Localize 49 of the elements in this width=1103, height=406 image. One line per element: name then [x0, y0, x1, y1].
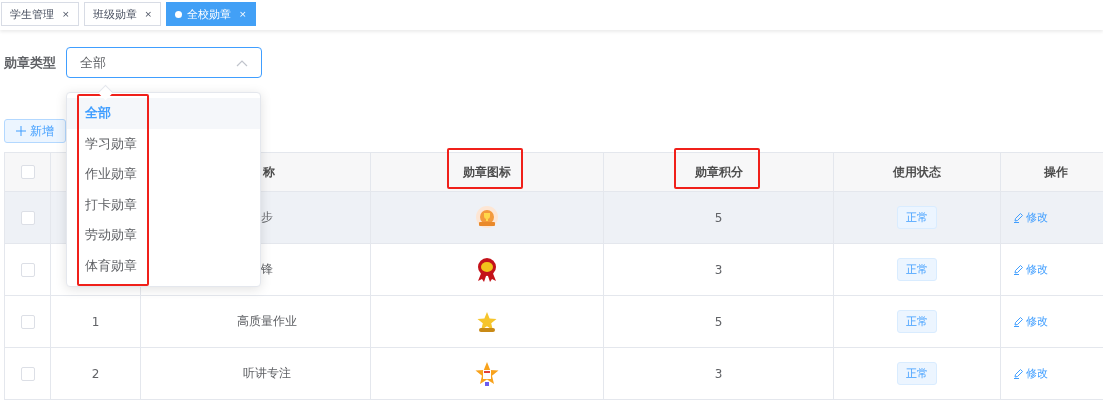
- plus-icon: [16, 126, 26, 136]
- column-header: 勋章积分: [694, 164, 743, 179]
- star-icon: [474, 360, 500, 387]
- tab-label: 班级勋章: [92, 6, 137, 22]
- table-cell-text: 锋: [259, 261, 273, 278]
- tab-label: 全校勋章: [187, 6, 232, 22]
- status-tag: 正常: [897, 258, 937, 281]
- dropdown-option[interactable]: 体育勋章: [67, 250, 260, 281]
- star-trophy-icon: [476, 310, 498, 333]
- dropdown-option[interactable]: 打卡勋章: [67, 189, 260, 220]
- chevron-icon: [236, 58, 248, 67]
- table-cell-text: 步: [259, 209, 273, 226]
- table-cell-text: 听讲专注: [241, 365, 291, 382]
- edit-icon: [1013, 315, 1024, 327]
- tab-label: 学生管理: [10, 6, 54, 22]
- table-cell-text: 高质量作业: [235, 313, 297, 330]
- dropdown-option[interactable]: 劳动勋章: [67, 220, 260, 251]
- edit-icon: [1013, 211, 1024, 223]
- edit-icon: [1013, 367, 1024, 379]
- status-tag: 正常: [897, 206, 937, 229]
- checkbox[interactable]: [20, 314, 35, 329]
- tab[interactable]: 班级勋章 ×: [83, 2, 162, 26]
- table-cell: 1: [91, 314, 100, 329]
- table-cell: 3: [714, 262, 723, 277]
- table-cell: 3: [714, 366, 723, 381]
- status-tag: 正常: [897, 362, 937, 385]
- edit-icon: [1013, 263, 1024, 275]
- dropdown-option[interactable]: 作业勋章: [67, 159, 260, 190]
- column-header: 勋章图标: [463, 164, 511, 179]
- column-header: 称: [261, 163, 275, 181]
- medal-icon: [474, 204, 500, 231]
- tab[interactable]: 学生管理 ×: [1, 2, 79, 26]
- table-cell: 2: [91, 366, 100, 381]
- dropdown-option[interactable]: 学习勋章: [67, 128, 260, 159]
- checkbox[interactable]: [20, 366, 35, 381]
- rosette-icon: [476, 256, 498, 283]
- close-icon[interactable]: ×: [62, 9, 70, 19]
- column-header: 操作: [1043, 164, 1068, 179]
- active-dot-icon: [175, 10, 183, 18]
- close-icon[interactable]: ×: [144, 9, 153, 19]
- table-cell: 5: [714, 314, 723, 329]
- checkbox[interactable]: [20, 165, 35, 180]
- table-cell: 5: [714, 210, 723, 225]
- filter-label: 勋章类型: [4, 53, 57, 72]
- status-tag: 正常: [897, 310, 937, 333]
- badge-type-select[interactable]: 全部: [66, 47, 262, 78]
- checkbox[interactable]: [20, 262, 35, 277]
- checkbox[interactable]: [20, 210, 35, 225]
- column-header: 使用状态: [893, 164, 941, 179]
